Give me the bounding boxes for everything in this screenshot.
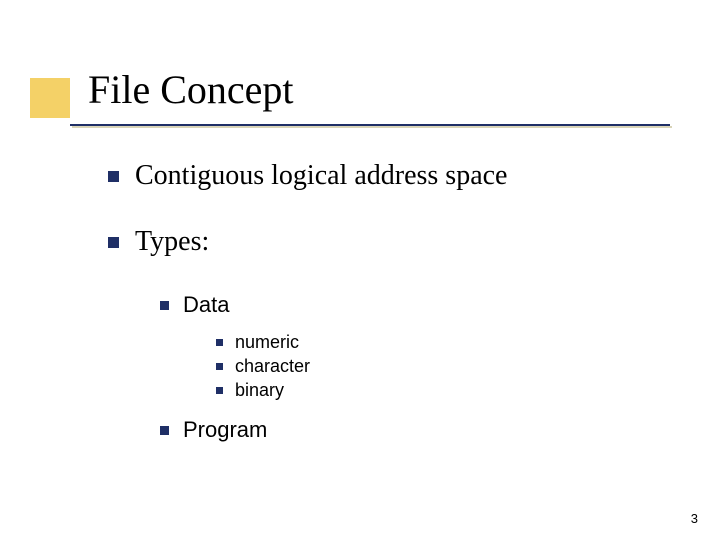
square-bullet-icon (216, 387, 223, 394)
bullet-level1: Types: (108, 226, 668, 258)
square-bullet-icon (160, 426, 169, 435)
title-rule-shadow (72, 126, 672, 128)
page-number: 3 (691, 511, 698, 526)
bullet-level3: binary (216, 380, 668, 401)
bullet-text: Types: (135, 226, 209, 258)
bullet-text: Data (183, 292, 229, 318)
square-bullet-icon (160, 301, 169, 310)
bullet-level3: character (216, 356, 668, 377)
square-bullet-icon (216, 363, 223, 370)
bullet-level2: Data (160, 292, 668, 318)
slide-body: Contiguous logical address space Types: … (108, 160, 668, 457)
slide-title: File Concept (88, 66, 294, 113)
square-bullet-icon (216, 339, 223, 346)
bullet-text: binary (235, 380, 284, 401)
square-bullet-icon (108, 171, 119, 182)
bullet-level3: numeric (216, 332, 668, 353)
title-accent-square (30, 78, 70, 118)
bullet-text: Contiguous logical address space (135, 160, 507, 192)
bullet-level1: Contiguous logical address space (108, 160, 668, 192)
bullet-text: numeric (235, 332, 299, 353)
square-bullet-icon (108, 237, 119, 248)
bullet-level2: Program (160, 417, 668, 443)
bullet-text: Program (183, 417, 267, 443)
title-rule (70, 124, 670, 126)
slide: File Concept Contiguous logical address … (0, 0, 720, 540)
bullet-level3-group: numeric character binary (108, 332, 668, 401)
bullet-text: character (235, 356, 310, 377)
